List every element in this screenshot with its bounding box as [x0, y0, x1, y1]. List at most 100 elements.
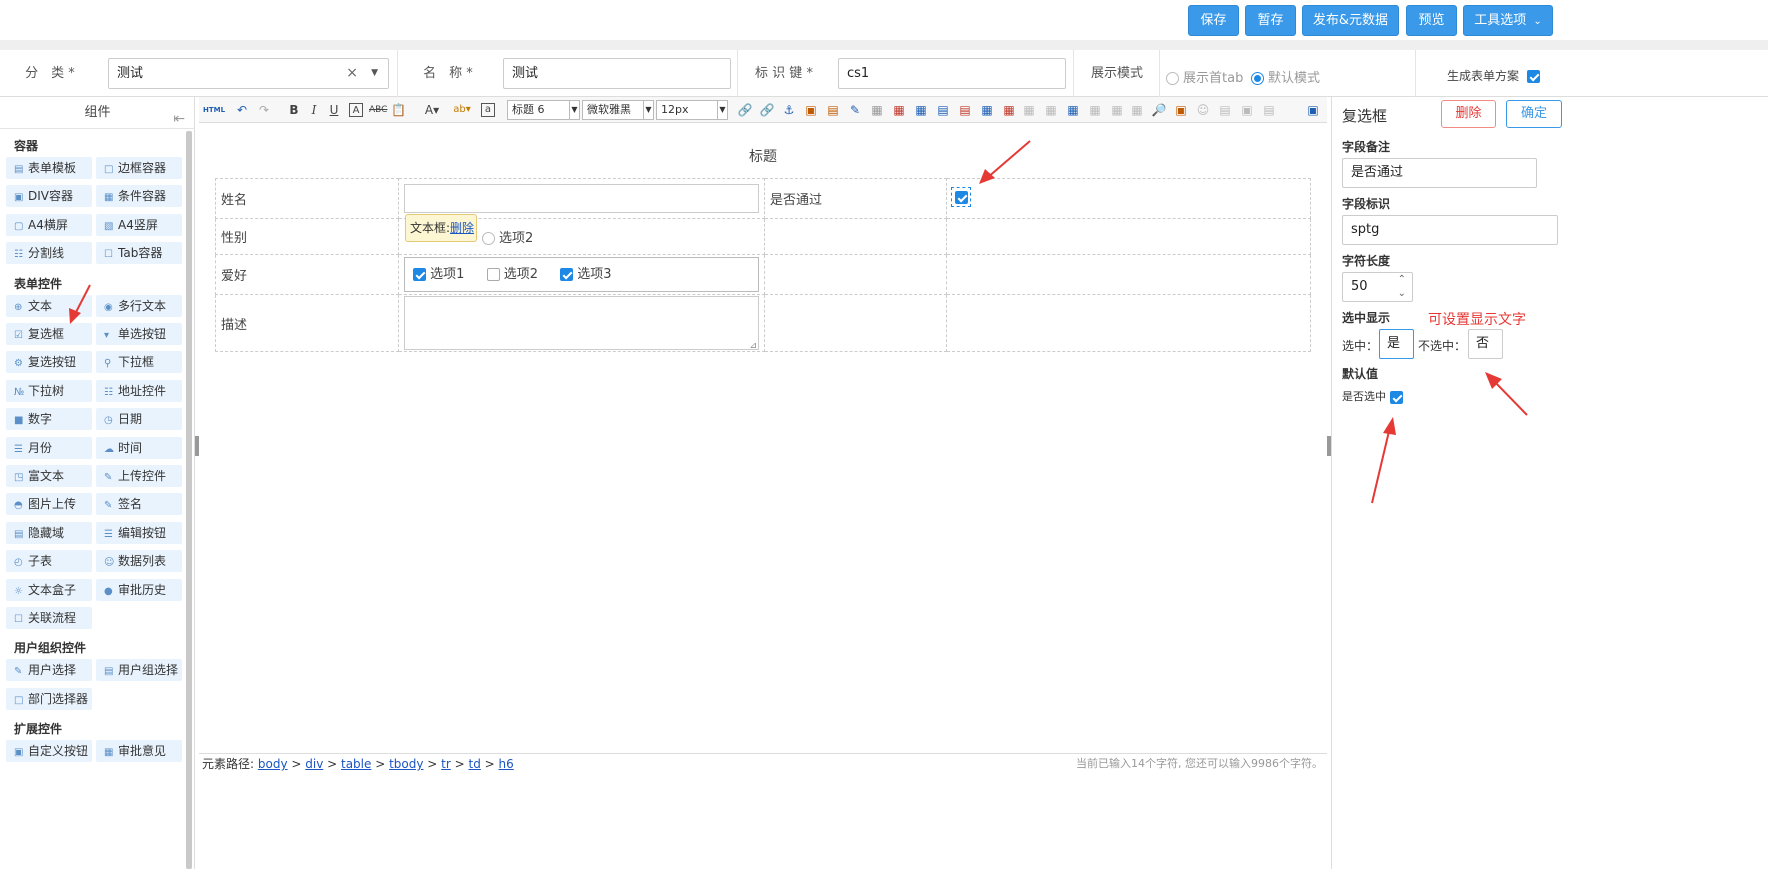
table-delete-col-icon[interactable]: ▤: [957, 101, 973, 119]
component-item[interactable]: ▢ A4横屏: [6, 213, 92, 236]
checkbox-option[interactable]: 选项2: [486, 267, 538, 282]
unchecked-text-input[interactable]: 否: [1468, 329, 1503, 359]
path-segment[interactable]: body: [258, 757, 288, 771]
component-item[interactable]: ◴ 子表: [6, 550, 92, 573]
find-icon[interactable]: 🔎: [1151, 101, 1167, 119]
preview-icon[interactable]: ▣: [1239, 101, 1255, 119]
table-cell[interactable]: 姓名: [215, 178, 399, 219]
key-input[interactable]: cs1: [838, 58, 1066, 89]
default-checked-checkbox[interactable]: [1389, 390, 1403, 404]
caret-down-icon[interactable]: ▼: [371, 59, 378, 88]
component-item[interactable]: ● 审批历史: [96, 578, 182, 601]
component-item[interactable]: ⚲ 下拉框: [96, 351, 182, 374]
link-icon[interactable]: 🔗: [737, 101, 753, 119]
generate-plan-option[interactable]: 生成表单方案: [1447, 67, 1540, 84]
font-color-icon[interactable]: A▾: [421, 101, 443, 119]
table-cell[interactable]: 选项1 选项2 选项3: [398, 254, 765, 295]
component-item[interactable]: ☐ Tab容器: [96, 242, 182, 265]
print-icon[interactable]: ▤: [1261, 101, 1277, 119]
table-split-icon[interactable]: ▦: [1001, 101, 1017, 119]
font-border-icon[interactable]: A: [349, 103, 363, 117]
component-item[interactable]: ☷ 地址控件: [96, 379, 182, 402]
stepper-down-icon[interactable]: ⌄: [1398, 280, 1406, 308]
table-insert-row-icon[interactable]: ▦: [891, 101, 907, 119]
path-segment[interactable]: td: [469, 757, 481, 771]
component-item[interactable]: ▦ 条件容器: [96, 185, 182, 208]
component-item[interactable]: □ 部门选择器: [6, 687, 92, 710]
table-cell-icon[interactable]: ▦: [1129, 101, 1145, 119]
preview-button[interactable]: 预览: [1406, 5, 1457, 36]
component-item[interactable]: ✎ 上传控件: [96, 465, 182, 487]
table-cell[interactable]: [764, 294, 947, 352]
component-item[interactable]: ☼ 文本盒子: [6, 578, 92, 601]
underline-icon[interactable]: U: [327, 101, 341, 119]
component-item[interactable]: ▣ DIV容器: [6, 185, 92, 208]
radio-icon[interactable]: [482, 232, 495, 245]
path-segment[interactable]: tr: [441, 757, 451, 771]
component-item[interactable]: ◷ 日期: [96, 408, 182, 431]
anchor-icon[interactable]: ⚓: [781, 101, 797, 119]
tooltip-delete-link[interactable]: 删除: [450, 221, 474, 235]
table-cell[interactable]: [764, 218, 947, 255]
component-item[interactable]: ▣ 自定义按钮: [6, 740, 92, 763]
table-merge-icon[interactable]: ▦: [979, 101, 995, 119]
name-text-field[interactable]: [404, 184, 759, 213]
scrollbar[interactable]: [186, 131, 192, 869]
template-icon[interactable]: ▣: [1173, 101, 1189, 119]
checkbox-icon[interactable]: [486, 268, 500, 281]
field-note-input[interactable]: 是否通过: [1342, 158, 1537, 188]
component-item[interactable]: № 下拉树: [6, 379, 92, 402]
checkbox-checked-icon[interactable]: [413, 268, 426, 281]
left-splitter-handle[interactable]: [195, 436, 199, 456]
checkbox-option[interactable]: 选项1: [413, 267, 464, 282]
component-item[interactable]: □ 边框容器: [96, 157, 182, 179]
path-segment[interactable]: table: [341, 757, 371, 771]
component-item[interactable]: ▦ 审批意见: [96, 740, 182, 763]
font-size-select[interactable]: 12px ▼: [656, 100, 728, 120]
attachment-icon[interactable]: ✎: [847, 101, 863, 119]
component-item[interactable]: ☰ 编辑按钮: [96, 521, 182, 544]
table-cell[interactable]: 爱好: [215, 254, 399, 295]
component-item[interactable]: ☷ 分割线: [6, 242, 92, 265]
table-cell[interactable]: [764, 254, 947, 295]
mode-option-first-tab[interactable]: 展示首tab: [1166, 67, 1243, 86]
length-stepper[interactable]: 50 ⌃ ⌄: [1342, 272, 1413, 302]
checkbox-option[interactable]: 选项3: [560, 267, 612, 282]
component-item[interactable]: ◓ 图片上传: [6, 493, 92, 516]
table-cell-icon[interactable]: ▦: [1043, 101, 1059, 119]
table-cell[interactable]: 性别: [215, 218, 399, 255]
confirm-button[interactable]: 确定: [1506, 100, 1562, 128]
unlink-icon[interactable]: 🔗: [759, 101, 775, 119]
undo-icon[interactable]: ↶: [235, 101, 249, 119]
checkbox-checked-icon[interactable]: [560, 268, 574, 281]
delete-button[interactable]: 删除: [1441, 100, 1496, 128]
component-item[interactable]: ⚙ 复选按钮: [6, 351, 92, 374]
table-cell[interactable]: [946, 218, 1311, 255]
image-icon[interactable]: ▣: [803, 101, 819, 119]
component-item[interactable]: ☰ 月份: [6, 436, 92, 459]
bold-icon[interactable]: B: [287, 101, 301, 119]
hobby-checkbox-group[interactable]: 选项1 选项2 选项3: [404, 257, 759, 292]
collapse-icon[interactable]: ⇤: [173, 103, 185, 135]
generate-plan-checkbox[interactable]: [1526, 70, 1540, 83]
clear-format-icon[interactable]: a: [481, 103, 495, 117]
paste-icon[interactable]: 📋: [391, 101, 406, 119]
fullscreen-icon[interactable]: ▣: [1305, 101, 1321, 119]
redo-icon[interactable]: ↷: [257, 101, 271, 119]
component-item[interactable]: ☐ 关联流程: [6, 607, 92, 629]
table-cell[interactable]: [946, 254, 1311, 295]
component-item[interactable]: ◉ 多行文本: [96, 294, 182, 317]
table-cell-icon[interactable]: ▦: [1109, 101, 1125, 119]
component-item[interactable]: ▤ 用户组选择: [96, 659, 182, 682]
component-item[interactable]: ☁ 时间: [96, 436, 182, 459]
table-cell[interactable]: ⊿: [398, 294, 765, 352]
component-item[interactable]: ▾ 单选按钮: [96, 323, 182, 345]
table-cell[interactable]: [946, 294, 1311, 352]
table-cell[interactable]: 是否通过: [764, 178, 947, 219]
publish-button[interactable]: 发布&元数据: [1302, 5, 1399, 36]
checkbox-checked-icon[interactable]: [955, 191, 968, 204]
name-input[interactable]: 测试: [503, 58, 731, 89]
table-cell[interactable]: [398, 178, 765, 219]
component-item[interactable]: ◳ 富文本: [6, 465, 92, 487]
component-item[interactable]: ▤ 隐藏域: [6, 521, 92, 544]
